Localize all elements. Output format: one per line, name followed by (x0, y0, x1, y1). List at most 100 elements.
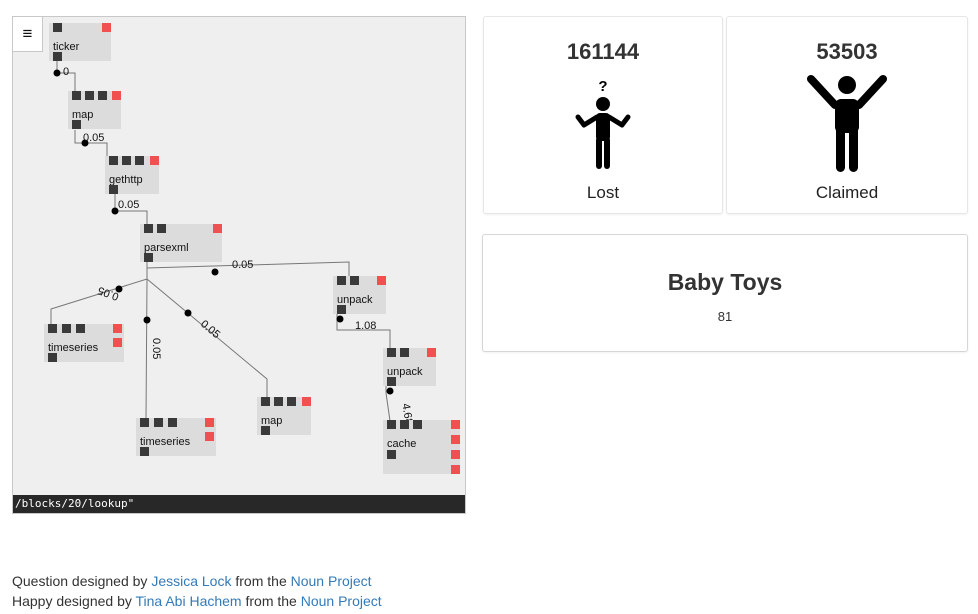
output-port[interactable] (48, 353, 57, 362)
noun-project-link[interactable]: Noun Project (291, 573, 372, 589)
wire-label: 0.05 (118, 199, 139, 211)
flow-editor-canvas[interactable]: 0 0.05 0.05 0.05 0.05 0.05 0.05 1.08 4.6… (12, 16, 466, 514)
claimed-card: 53503 Claimed (726, 16, 968, 214)
svg-text:?: ? (598, 78, 607, 95)
credit-line-happy: Happy designed by Tina Abi Hachem from t… (12, 593, 382, 609)
input-port[interactable] (98, 91, 107, 100)
route-port[interactable] (451, 420, 460, 429)
block-timeseries[interactable]: timeseries (136, 418, 216, 456)
input-port[interactable] (337, 276, 346, 285)
route-port[interactable] (377, 276, 386, 285)
route-port[interactable] (113, 338, 122, 347)
wire-dot (211, 268, 219, 276)
output-port[interactable] (72, 120, 81, 129)
output-port[interactable] (337, 305, 346, 314)
input-port[interactable] (48, 324, 57, 333)
input-port[interactable] (109, 156, 118, 165)
input-port[interactable] (350, 276, 359, 285)
block-map[interactable]: map (257, 397, 311, 435)
question-person-icon: ? (575, 78, 631, 169)
output-port[interactable] (140, 447, 149, 456)
block-label: cache (387, 438, 417, 450)
output-port[interactable] (261, 426, 270, 435)
claimed-label: Claimed (815, 183, 879, 202)
route-port[interactable] (112, 91, 121, 100)
block-gethttp[interactable]: gethttp (105, 156, 159, 194)
output-port[interactable] (53, 52, 62, 61)
input-port[interactable] (400, 348, 409, 357)
input-port[interactable] (154, 418, 163, 427)
wire-label: 0.05 (150, 338, 162, 359)
lost-count: 161144 (566, 39, 640, 64)
credit-line-question: Question designed by Jessica Lock from t… (12, 573, 372, 589)
lost-card: 161144 ? Lost (483, 16, 723, 214)
input-port[interactable] (274, 397, 283, 406)
wire-label: 0.05 (232, 259, 253, 271)
input-port[interactable] (62, 324, 71, 333)
output-port[interactable] (387, 450, 396, 459)
wire-dot (184, 309, 192, 317)
claimed-count: 53503 (816, 39, 878, 64)
route-port[interactable] (150, 156, 159, 165)
route-port[interactable] (451, 465, 460, 474)
hamburger-icon: ≡ (22, 24, 33, 43)
block-map[interactable]: map (68, 91, 121, 129)
input-port[interactable] (387, 348, 396, 357)
wire-label: 0 (63, 66, 69, 78)
route-port[interactable] (205, 418, 214, 427)
input-port[interactable] (140, 418, 149, 427)
lost-label: Lost (586, 183, 620, 202)
wire-dot (53, 69, 61, 77)
route-port[interactable] (427, 348, 436, 357)
block-unpack[interactable]: unpack (383, 348, 436, 386)
input-port[interactable] (261, 397, 270, 406)
route-port[interactable] (102, 23, 111, 32)
block-unpack[interactable]: unpack (333, 276, 386, 314)
wire-dot (143, 316, 151, 324)
block-timeseries[interactable]: timeseries (44, 324, 124, 362)
author-link[interactable]: Jessica Lock (151, 573, 231, 589)
input-port[interactable] (135, 156, 144, 165)
input-port[interactable] (122, 156, 131, 165)
wire-dot (336, 315, 344, 323)
input-port[interactable] (53, 23, 62, 32)
credit-prefix: Happy designed by (12, 593, 136, 609)
category-title: Baby Toys (667, 269, 783, 295)
input-port[interactable] (72, 91, 81, 100)
route-port[interactable] (302, 397, 311, 406)
input-port[interactable] (413, 420, 422, 429)
command-line[interactable]: /blocks/20/lookup" (13, 495, 465, 513)
menu-button[interactable]: ≡ (13, 17, 43, 52)
author-link[interactable]: Tina Abi Hachem (136, 593, 242, 609)
output-port[interactable] (387, 377, 396, 386)
input-port[interactable] (400, 420, 409, 429)
credit-middle: from the (231, 573, 291, 589)
input-port[interactable] (144, 224, 153, 233)
wire-label: 0.05 (83, 132, 104, 144)
input-port[interactable] (287, 397, 296, 406)
input-port[interactable] (387, 420, 396, 429)
credit-prefix: Question designed by (12, 573, 152, 589)
wire-label: 1.08 (355, 320, 376, 332)
block-parsexml[interactable]: parsexml (140, 224, 222, 262)
input-port[interactable] (85, 91, 94, 100)
category-count: 81 (717, 309, 733, 324)
credit-middle: from the (241, 593, 301, 609)
route-port[interactable] (205, 432, 214, 441)
route-port[interactable] (213, 224, 222, 233)
category-card: Baby Toys 81 (482, 234, 968, 352)
input-port[interactable] (168, 418, 177, 427)
output-port[interactable] (144, 253, 153, 262)
route-port[interactable] (451, 450, 460, 459)
wire-label: 0.05 (198, 318, 222, 341)
happy-person-icon (807, 75, 887, 172)
block-ticker[interactable]: ticker (49, 23, 111, 61)
output-port[interactable] (109, 185, 118, 194)
block-cache[interactable]: cache (383, 420, 460, 474)
wire-dot (386, 387, 394, 395)
route-port[interactable] (113, 324, 122, 333)
input-port[interactable] (157, 224, 166, 233)
input-port[interactable] (76, 324, 85, 333)
noun-project-link[interactable]: Noun Project (301, 593, 382, 609)
route-port[interactable] (451, 435, 460, 444)
